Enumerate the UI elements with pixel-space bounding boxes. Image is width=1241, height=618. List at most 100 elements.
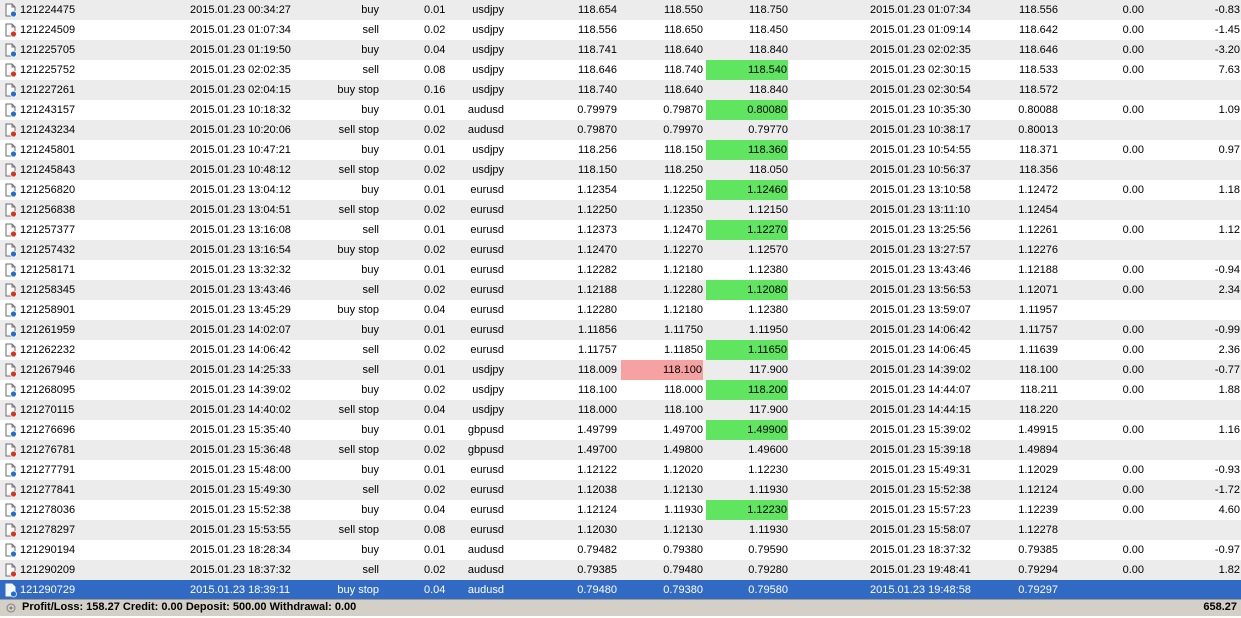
open-price-cell: 118.556 bbox=[578, 24, 617, 36]
stop-loss-cell: 118.650 bbox=[664, 24, 703, 36]
swap-cell: 0.00 bbox=[1122, 504, 1144, 516]
table-row[interactable]: 121225705 2015.01.23 01:19:50 buy 0.04 usdjp… bbox=[0, 40, 1241, 60]
symbol-cell: eurusd bbox=[470, 484, 504, 496]
stop-loss-cell: 1.11750 bbox=[664, 324, 703, 336]
open-price-cell: 0.79979 bbox=[577, 104, 617, 116]
table-row[interactable]: 121257377 2015.01.23 13:16:08 sell 0.01 euru… bbox=[0, 220, 1241, 240]
profit-cell bbox=[1170, 400, 1240, 420]
table-row[interactable]: 121258901 2015.01.23 13:45:29 buy stop 0.04… bbox=[0, 300, 1241, 320]
stop-loss-cell: 0.79380 bbox=[663, 544, 703, 556]
order-type-cell: sell bbox=[362, 564, 379, 576]
symbol-cell: eurusd bbox=[470, 324, 504, 336]
table-row[interactable]: 121262232 2015.01.23 14:06:42 sell 0.02 euru… bbox=[0, 340, 1241, 360]
profit-cell: -0.93 bbox=[1214, 464, 1240, 476]
buy-order-icon bbox=[2, 140, 20, 160]
table-row[interactable]: 121277791 2015.01.23 15:48:00 buy 0.01 eurus… bbox=[0, 460, 1241, 480]
profit-cell: 1.18 bbox=[1218, 184, 1240, 196]
table-row[interactable]: 121258345 2015.01.23 13:43:46 sell 0.02 euru… bbox=[0, 280, 1241, 300]
order-type-cell: buy bbox=[361, 464, 379, 476]
table-row[interactable]: 121243157 2015.01.23 10:18:32 buy 0.01 audus… bbox=[0, 100, 1241, 120]
summary-icon bbox=[6, 603, 16, 613]
sell-order-icon bbox=[2, 120, 20, 140]
table-row[interactable]: 121276696 2015.01.23 15:35:40 buy 0.01 gbpus… bbox=[0, 420, 1241, 440]
sell-order-icon bbox=[2, 60, 20, 80]
profit-cell: 1.82 bbox=[1218, 564, 1240, 576]
close-price-cell: 1.12071 bbox=[1018, 284, 1058, 296]
swap-cell: 0.00 bbox=[1122, 64, 1144, 76]
swap-cell: 0.00 bbox=[1122, 224, 1144, 236]
buy-order-icon bbox=[2, 180, 20, 200]
buy-order-icon bbox=[2, 300, 20, 320]
table-row[interactable]: 121290209 2015.01.23 18:37:32 sell 0.02 audu… bbox=[0, 560, 1241, 580]
order-type-cell: sell stop bbox=[338, 444, 379, 456]
table-row[interactable]: 121290194 2015.01.23 18:28:34 buy 0.01 audus… bbox=[0, 540, 1241, 560]
table-row[interactable]: 121225752 2015.01.23 02:02:35 sell 0.08 usdj… bbox=[0, 60, 1241, 80]
take-profit-cell: 118.840 bbox=[749, 84, 788, 96]
status-bar: Profit/Loss: 158.27 Credit: 0.00 Deposit… bbox=[0, 599, 1241, 616]
close-price-cell: 118.572 bbox=[1019, 84, 1058, 96]
table-row[interactable]: 121290729 2015.01.23 18:39:11 buy stop 0.04… bbox=[0, 580, 1241, 600]
symbol-cell: eurusd bbox=[470, 344, 504, 356]
close-price-cell: 118.100 bbox=[1019, 364, 1058, 376]
ticket-cell: 121261959 bbox=[20, 324, 76, 336]
table-row[interactable]: 121267946 2015.01.23 14:25:33 sell 0.01 usdj… bbox=[0, 360, 1241, 380]
table-row[interactable]: 121278297 2015.01.23 15:53:55 sell stop 0.0… bbox=[0, 520, 1241, 540]
stop-loss-cell: 0.79870 bbox=[663, 104, 703, 116]
table-row[interactable]: 121258171 2015.01.23 13:32:32 buy 0.01 eurus… bbox=[0, 260, 1241, 280]
ticket-cell: 121270115 bbox=[20, 404, 75, 416]
profit-cell: 2.34 bbox=[1218, 284, 1240, 296]
table-row[interactable]: 121224509 2015.01.23 01:07:34 sell 0.02 usdj… bbox=[0, 20, 1241, 40]
table-row[interactable]: 121245843 2015.01.23 10:48:12 sell stop 0.0… bbox=[0, 160, 1241, 180]
symbol-cell: eurusd bbox=[470, 524, 504, 536]
table-row[interactable]: 121270115 2015.01.23 14:40:02 sell stop 0.0… bbox=[0, 400, 1241, 420]
ticket-cell: 121290729 bbox=[20, 584, 76, 596]
take-profit-cell: 0.79770 bbox=[748, 124, 788, 136]
table-row[interactable]: 121256820 2015.01.23 13:04:12 buy 0.01 eurus… bbox=[0, 180, 1241, 200]
table-row[interactable]: 121278036 2015.01.23 15:52:38 buy 0.04 eurus… bbox=[0, 500, 1241, 520]
swap-cell: 0.00 bbox=[1122, 324, 1144, 336]
close-price-cell: 0.79385 bbox=[1018, 544, 1058, 556]
sell-order-icon bbox=[2, 440, 20, 460]
table-row[interactable]: 121224475 2015.01.23 00:34:27 buy 0.01 usdjp… bbox=[0, 0, 1241, 20]
take-profit-cell: 1.12380 bbox=[748, 264, 788, 276]
swap-cell: 0.00 bbox=[1122, 24, 1144, 36]
profit-cell bbox=[1170, 580, 1240, 600]
profit-cell: -1.72 bbox=[1214, 484, 1240, 496]
table-row[interactable]: 121256838 2015.01.23 13:04:51 sell stop 0.0… bbox=[0, 200, 1241, 220]
symbol-cell: usdjpy bbox=[472, 24, 504, 36]
swap-cell: 0.00 bbox=[1122, 544, 1144, 556]
table-row[interactable]: 121268095 2015.01.23 14:39:02 buy 0.02 usdjp… bbox=[0, 380, 1241, 400]
sell-order-icon bbox=[2, 340, 20, 360]
symbol-cell: audusd bbox=[467, 544, 504, 556]
table-row[interactable]: 121257432 2015.01.23 13:16:54 buy stop 0.02… bbox=[0, 240, 1241, 260]
table-row[interactable]: 121277841 2015.01.23 15:49:30 sell 0.02 euru… bbox=[0, 480, 1241, 500]
close-price-cell: 1.12239 bbox=[1018, 504, 1058, 516]
table-row[interactable]: 121243234 2015.01.23 10:20:06 sell stop 0.0… bbox=[0, 120, 1241, 140]
symbol-cell: usdjpy bbox=[472, 384, 504, 396]
close-price-cell: 0.79297 bbox=[1018, 584, 1058, 596]
open-price-cell: 118.741 bbox=[578, 44, 617, 56]
buy-order-icon bbox=[2, 500, 20, 520]
swap-cell bbox=[1100, 200, 1144, 220]
order-type-cell: sell bbox=[362, 64, 379, 76]
buy-order-icon bbox=[2, 40, 20, 60]
swap-cell: 0.00 bbox=[1122, 364, 1144, 376]
stop-loss-cell: 1.12180 bbox=[663, 304, 703, 316]
symbol-cell: eurusd bbox=[470, 284, 504, 296]
table-row[interactable]: 121261959 2015.01.23 14:02:07 buy 0.01 eurus… bbox=[0, 320, 1241, 340]
ticket-cell: 121224509 bbox=[20, 24, 76, 36]
table-row[interactable]: 121227261 2015.01.23 02:04:15 buy stop 0.16… bbox=[0, 80, 1241, 100]
open-price-cell: 1.12122 bbox=[577, 464, 617, 476]
swap-cell: 0.00 bbox=[1122, 44, 1144, 56]
take-profit-cell: 0.79580 bbox=[748, 584, 788, 596]
ticket-cell: 121262232 bbox=[20, 344, 76, 356]
close-price-cell: 118.356 bbox=[1019, 164, 1058, 176]
table-row[interactable]: 121276781 2015.01.23 15:36:48 sell stop 0.0… bbox=[0, 440, 1241, 460]
open-price-cell: 118.654 bbox=[578, 4, 617, 16]
table-row[interactable]: 121245801 2015.01.23 10:47:21 buy 0.01 usdjp… bbox=[0, 140, 1241, 160]
symbol-cell: eurusd bbox=[470, 504, 504, 516]
swap-cell: 0.00 bbox=[1122, 344, 1144, 356]
order-type-cell: buy stop bbox=[337, 244, 379, 256]
profit-cell bbox=[1170, 80, 1240, 100]
open-price-cell: 118.100 bbox=[578, 384, 617, 396]
